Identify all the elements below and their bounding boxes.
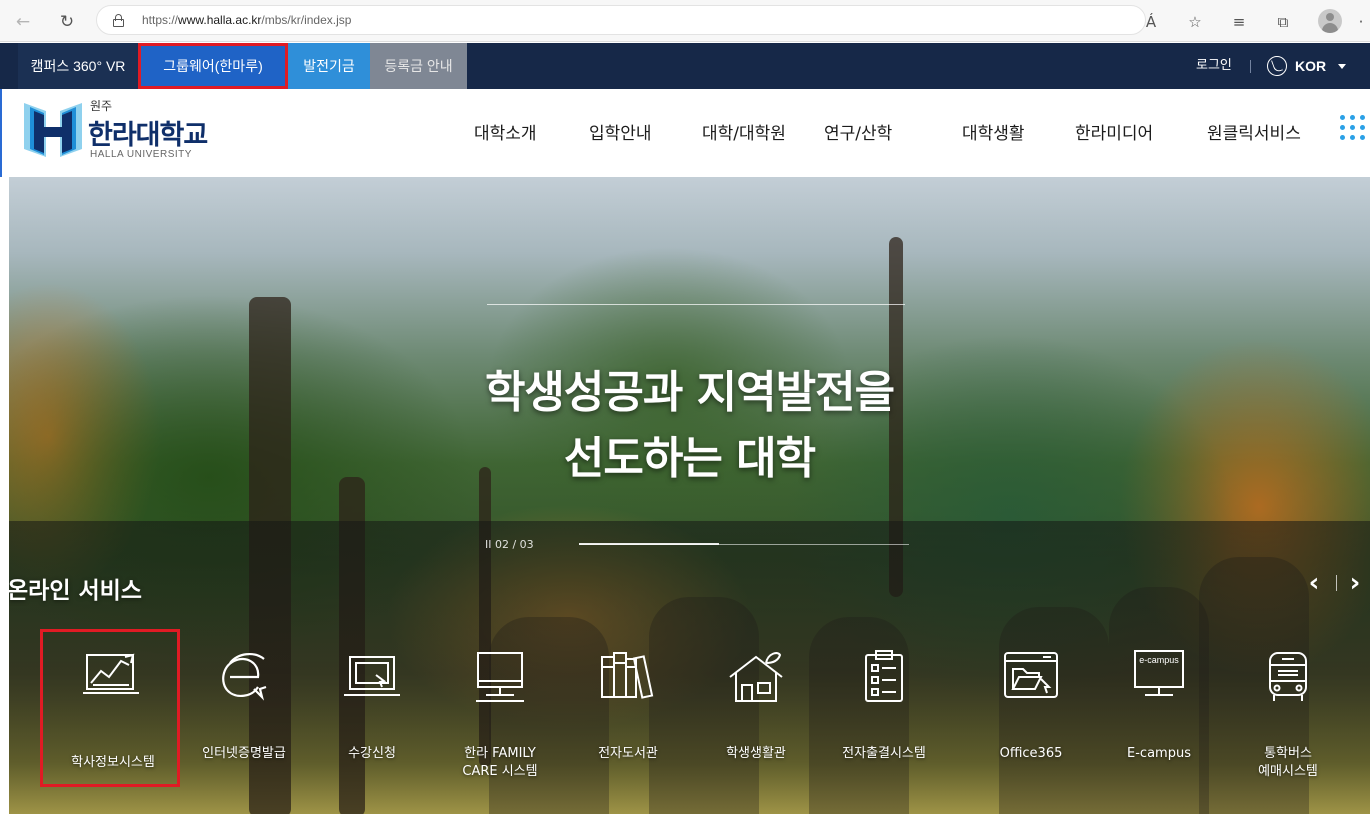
read-aloud-icon[interactable]: Á bbox=[1140, 11, 1162, 33]
utility-bar: 캠퍼스 360° VR 그룹웨어(한마루) 발전기금 등록금 안내 로그인 KO… bbox=[0, 43, 1370, 89]
logo-subtitle: 원주 bbox=[90, 99, 113, 113]
attendance-clipboard-icon bbox=[854, 647, 914, 707]
lock-icon[interactable] bbox=[113, 14, 124, 27]
service-label: 수강신청 bbox=[348, 746, 396, 761]
campus-360-vr-link[interactable]: 캠퍼스 360° VR bbox=[18, 43, 138, 89]
dormitory-house-icon bbox=[726, 647, 786, 707]
slide-progress bbox=[579, 543, 909, 545]
all-menu-grid-icon[interactable] bbox=[1340, 115, 1366, 141]
chevron-down-icon[interactable] bbox=[1338, 64, 1346, 69]
favorites-list-icon[interactable]: ≡ bbox=[1228, 11, 1250, 33]
service-dormitory[interactable]: 학생생활관 bbox=[692, 643, 820, 793]
service-e-library[interactable]: 전자도서관 bbox=[564, 643, 692, 793]
ecampus-screen-text: e-campus bbox=[1139, 655, 1179, 665]
next-arrow-icon[interactable]: › bbox=[1345, 570, 1365, 596]
internet-certificate-icon bbox=[214, 647, 274, 707]
hero-title-line2: 선도하는 대학 bbox=[563, 433, 816, 484]
collections-icon[interactable]: ⧉ bbox=[1272, 11, 1294, 33]
favorite-icon[interactable]: ☆ bbox=[1184, 11, 1206, 33]
login-link[interactable]: 로그인 bbox=[1196, 43, 1232, 89]
service-academic-info[interactable]: 학사정보시스템 bbox=[40, 629, 180, 787]
prev-arrow-icon[interactable]: ‹ bbox=[1304, 570, 1324, 596]
logo-english: HALLA UNIVERSITY bbox=[90, 149, 192, 160]
tuition-info-link[interactable]: 등록금 안내 bbox=[370, 43, 467, 89]
bus-icon bbox=[1258, 647, 1318, 707]
url-text[interactable]: https://www.halla.ac.kr/mbs/kr/index.jsp bbox=[142, 13, 351, 27]
service-course-registration[interactable]: 수강신청 bbox=[308, 643, 436, 793]
ecampus-monitor-icon: e-campus bbox=[1129, 647, 1189, 707]
hero-title-line1: 학생성공과 지역발전을 bbox=[484, 367, 895, 418]
reload-icon[interactable]: ↻ bbox=[56, 11, 78, 33]
course-registration-icon bbox=[342, 647, 402, 707]
service-label: 인터넷증명발급 bbox=[202, 746, 286, 761]
halla-h-logo-icon bbox=[24, 99, 82, 161]
service-e-attendance[interactable]: 전자출결시스템 bbox=[820, 643, 948, 793]
service-label: Office365 bbox=[999, 746, 1063, 761]
arrow-divider bbox=[1336, 575, 1337, 591]
service-label: 학생생활관 bbox=[726, 746, 786, 761]
service-label-line1: 한라 FAMILY bbox=[464, 746, 536, 761]
site-header: 원주 한라대학교 HALLA UNIVERSITY 대학소개 입학안내 대학/대… bbox=[0, 89, 1370, 177]
menu-admission[interactable]: 입학안내 bbox=[589, 119, 652, 144]
service-label: 전자도서관 bbox=[598, 746, 658, 761]
hero-banner[interactable]: 학생성공과 지역발전을 선도하는 대학 II 02 / 03 온라인 서비스 ‹… bbox=[9, 177, 1370, 814]
address-bar[interactable]: https://www.halla.ac.kr/mbs/kr/index.jsp bbox=[96, 5, 1146, 35]
profile-icon[interactable] bbox=[1318, 9, 1342, 33]
logo-title: 한라대학교 bbox=[88, 120, 208, 151]
globe-icon[interactable] bbox=[1267, 56, 1287, 76]
service-label-line2: 예매시스템 bbox=[1258, 764, 1318, 779]
service-label: 전자출결시스템 bbox=[842, 746, 926, 761]
menu-media[interactable]: 한라미디어 bbox=[1075, 119, 1153, 144]
service-label: 통학버스 예매시스템 bbox=[1224, 745, 1352, 781]
university-logo[interactable]: 원주 한라대학교 HALLA UNIVERSITY bbox=[24, 97, 214, 163]
family-care-monitor-icon bbox=[470, 647, 530, 707]
service-family-care[interactable]: 한라 FAMILY CARE 시스템 bbox=[436, 643, 564, 793]
more-icon[interactable]: · bbox=[1354, 11, 1368, 33]
development-fund-link[interactable]: 발전기금 bbox=[288, 43, 370, 89]
service-e-campus[interactable]: e-campus E-campus bbox=[1095, 643, 1223, 793]
service-label: 한라 FAMILY CARE 시스템 bbox=[436, 745, 564, 781]
slide-pager[interactable]: II 02 / 03 bbox=[485, 538, 534, 551]
service-label: 학사정보시스템 bbox=[71, 755, 155, 770]
service-label-line2: CARE 시스템 bbox=[462, 764, 538, 779]
hero-title: 학생성공과 지역발전을 선도하는 대학 bbox=[9, 360, 1370, 492]
service-school-bus[interactable]: 통학버스 예매시스템 bbox=[1224, 643, 1352, 793]
menu-one-click[interactable]: 원클릭서비스 bbox=[1207, 119, 1301, 144]
online-services-heading: 온라인 서비스 bbox=[9, 578, 142, 604]
back-icon[interactable]: ← bbox=[12, 11, 34, 33]
browser-toolbar: ← ↻ https://www.halla.ac.kr/mbs/kr/index… bbox=[0, 0, 1370, 42]
service-label-line1: 통학버스 bbox=[1264, 746, 1312, 761]
menu-research[interactable]: 연구/산학 bbox=[824, 119, 892, 144]
hero-divider bbox=[487, 304, 905, 305]
divider bbox=[1250, 60, 1251, 73]
language-selector[interactable]: KOR bbox=[1295, 43, 1326, 89]
menu-about[interactable]: 대학소개 bbox=[474, 119, 537, 144]
menu-campus-life[interactable]: 대학생활 bbox=[962, 119, 1025, 144]
office365-folder-icon bbox=[1001, 647, 1061, 707]
service-internet-certificate[interactable]: 인터넷증명발급 bbox=[180, 643, 308, 793]
menu-college[interactable]: 대학/대학원 bbox=[702, 119, 786, 144]
academic-chart-icon bbox=[81, 645, 141, 705]
groupware-link[interactable]: 그룹웨어(한마루) bbox=[138, 43, 288, 89]
library-books-icon bbox=[598, 647, 658, 707]
service-office365[interactable]: Office365 bbox=[967, 643, 1095, 793]
service-label: E-campus bbox=[1127, 746, 1191, 761]
